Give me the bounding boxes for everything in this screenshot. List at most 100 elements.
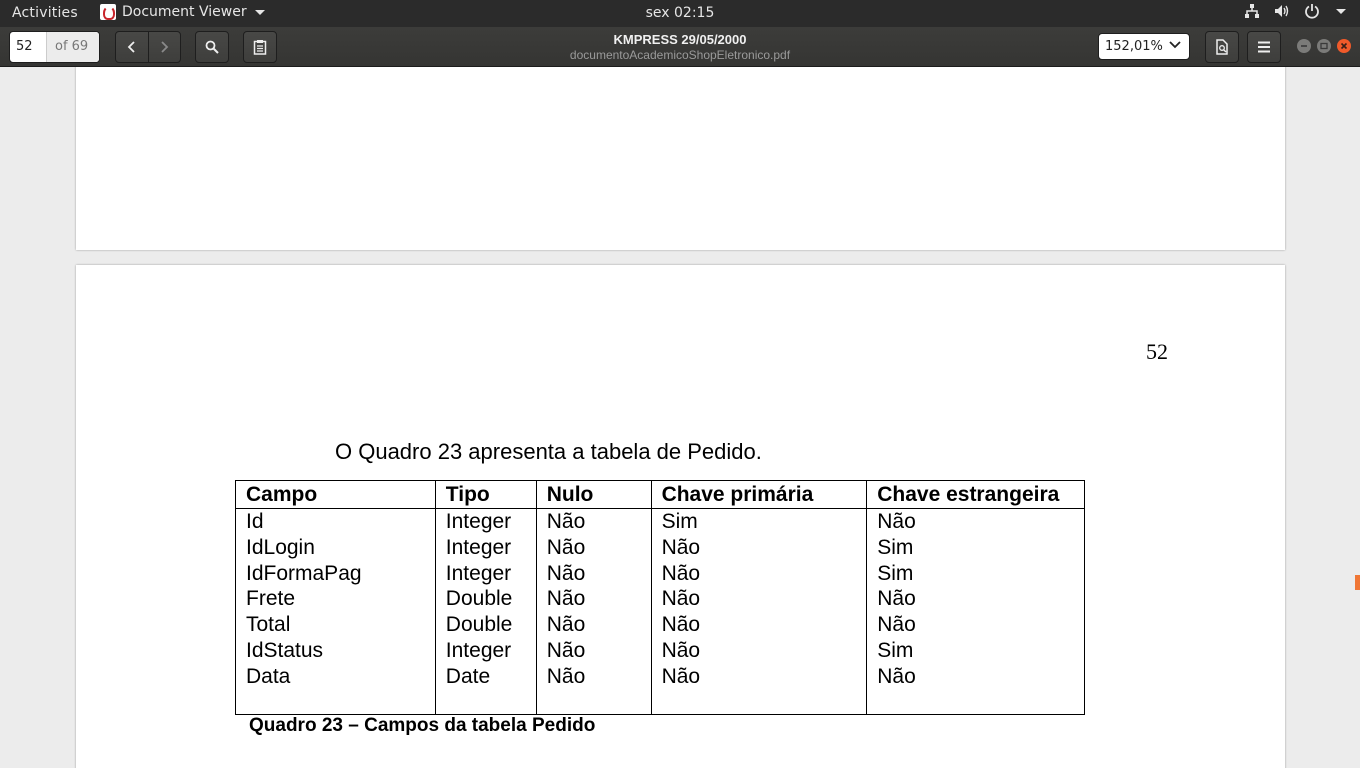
- table-cell: Sim: [866, 534, 1085, 561]
- table-cell: Data: [235, 663, 436, 690]
- table-cell: Id: [235, 508, 436, 535]
- table-cell: Frete: [235, 586, 436, 613]
- table-cell: [650, 689, 868, 716]
- minimize-button[interactable]: [1297, 39, 1311, 53]
- table-cell: Integer: [434, 560, 537, 587]
- intro-paragraph: O Quadro 23 apresenta a tabela de Pedido…: [335, 439, 762, 464]
- table-row: Total Double Não Não Não: [235, 612, 1085, 638]
- chevron-down-icon: [1169, 41, 1181, 49]
- table-cell: Não: [866, 508, 1085, 535]
- clock[interactable]: sex 02:15: [0, 5, 1360, 21]
- close-button[interactable]: [1337, 39, 1351, 53]
- table-cell: [235, 689, 436, 716]
- table-cell: Não: [650, 586, 868, 613]
- table-cell: Não: [535, 612, 652, 638]
- table-cell: Sim: [650, 508, 868, 535]
- table-cell: Não: [650, 534, 868, 561]
- table-body: Id Integer Não Sim Não IdLogin Integer Não Não Si…: [235, 508, 1085, 716]
- next-page-button[interactable]: [147, 32, 181, 62]
- table-cell: Integer: [434, 637, 537, 664]
- maximize-icon: [1320, 42, 1328, 50]
- view-mode-button[interactable]: [1205, 31, 1239, 63]
- annotations-button[interactable]: [243, 31, 277, 63]
- table-cell: [866, 689, 1085, 716]
- table-cell: Não: [866, 612, 1085, 638]
- table-header-row: Campo Tipo Nulo Chave primária Chave est…: [235, 480, 1085, 509]
- table-cell: Não: [866, 663, 1085, 690]
- table-row: Frete Double Não Não Não: [235, 586, 1085, 613]
- file-name: documentoAcademicoShopEletronico.pdf: [569, 48, 791, 62]
- previous-page-button[interactable]: [116, 32, 148, 62]
- table-cell: Não: [535, 637, 652, 664]
- page-number: 52: [1146, 339, 1168, 364]
- page-number-input[interactable]: 52: [10, 32, 46, 62]
- table-row: IdLogin Integer Não Não Sim: [235, 534, 1085, 561]
- minimize-icon: [1301, 45, 1307, 47]
- table-cell: IdFormaPag: [235, 560, 436, 587]
- system-top-bar: Activities Document Viewer sex 02:15: [0, 0, 1360, 27]
- table-cell: [535, 689, 652, 716]
- table-cell: Não: [650, 637, 868, 664]
- table-cell: Double: [434, 586, 537, 613]
- system-status-menu[interactable]: [1244, 3, 1346, 19]
- close-icon: [1340, 42, 1348, 50]
- window-controls: [1297, 39, 1351, 53]
- table-cell: IdLogin: [235, 534, 436, 561]
- table-row: Id Integer Não Sim Não: [235, 508, 1085, 535]
- table-cell: Não: [650, 663, 868, 690]
- table-cell: Sim: [866, 560, 1085, 587]
- window-title: KMPRESS 29/05/2000 documentoAcademicoSho…: [480, 32, 880, 62]
- table-cell: Date: [434, 663, 537, 690]
- scroll-indicator[interactable]: [1355, 575, 1360, 590]
- document-view[interactable]: 52 O Quadro 23 apresenta a tabela de Ped…: [0, 67, 1360, 768]
- hamburger-menu-icon: [1258, 41, 1270, 53]
- chevron-left-icon: [127, 41, 135, 53]
- chevron-down-icon: [1336, 8, 1346, 14]
- table-cell: IdStatus: [235, 637, 436, 664]
- fields-table: Campo Tipo Nulo Chave primária Chave est…: [235, 480, 1085, 716]
- volume-icon: [1275, 5, 1289, 17]
- column-header: Tipo: [434, 480, 537, 509]
- table-cell: Não: [650, 560, 868, 587]
- column-header: Chave estrangeira: [866, 480, 1085, 509]
- chevron-right-icon: [161, 41, 169, 53]
- table-cell: Não: [535, 586, 652, 613]
- current-page: 52 O Quadro 23 apresenta a tabela de Ped…: [76, 265, 1285, 768]
- main-menu-button[interactable]: [1247, 31, 1281, 63]
- table-cell: Double: [434, 612, 537, 638]
- table-cell: Não: [866, 586, 1085, 613]
- document-title: KMPRESS 29/05/2000: [613, 32, 747, 47]
- clipboard-icon: [253, 40, 267, 55]
- table-cell: Não: [535, 663, 652, 690]
- table-cell: Não: [535, 534, 652, 561]
- column-header: Nulo: [535, 480, 652, 509]
- page-navigation: [115, 31, 181, 63]
- table-cell: Sim: [866, 637, 1085, 664]
- zoom-selector[interactable]: 152,01%: [1098, 33, 1190, 60]
- header-bar: 52 of 69 KMPRESS 29/05/2000 documentoAca…: [0, 27, 1360, 67]
- power-icon: [1305, 4, 1319, 19]
- column-header: Chave primária: [650, 480, 868, 509]
- page-total-label: of 69: [46, 32, 99, 62]
- page-selector[interactable]: 52 of 69: [9, 31, 100, 63]
- table-cell: Total: [235, 612, 436, 638]
- table-empty-row: [235, 689, 1085, 716]
- table-cell: Integer: [434, 508, 537, 535]
- maximize-button[interactable]: [1317, 39, 1331, 53]
- table-row: IdFormaPag Integer Não Não Sim: [235, 560, 1085, 587]
- table-row: Data Date Não Não Não: [235, 663, 1085, 690]
- search-button[interactable]: [195, 31, 229, 63]
- zoom-value: 152,01%: [1105, 39, 1163, 54]
- table-cell: [434, 689, 537, 716]
- network-icon: [1245, 4, 1259, 18]
- search-icon: [205, 40, 219, 54]
- table-row: IdStatus Integer Não Não Sim: [235, 637, 1085, 664]
- table-caption: Quadro 23 – Campos da tabela Pedido: [249, 715, 596, 736]
- previous-page: [76, 67, 1285, 250]
- column-header: Campo: [235, 480, 436, 509]
- document-search-icon: [1216, 39, 1228, 55]
- table-cell: Não: [650, 612, 868, 638]
- table-cell: Integer: [434, 534, 537, 561]
- table-cell: Não: [535, 560, 652, 587]
- table-cell: Não: [535, 508, 652, 535]
